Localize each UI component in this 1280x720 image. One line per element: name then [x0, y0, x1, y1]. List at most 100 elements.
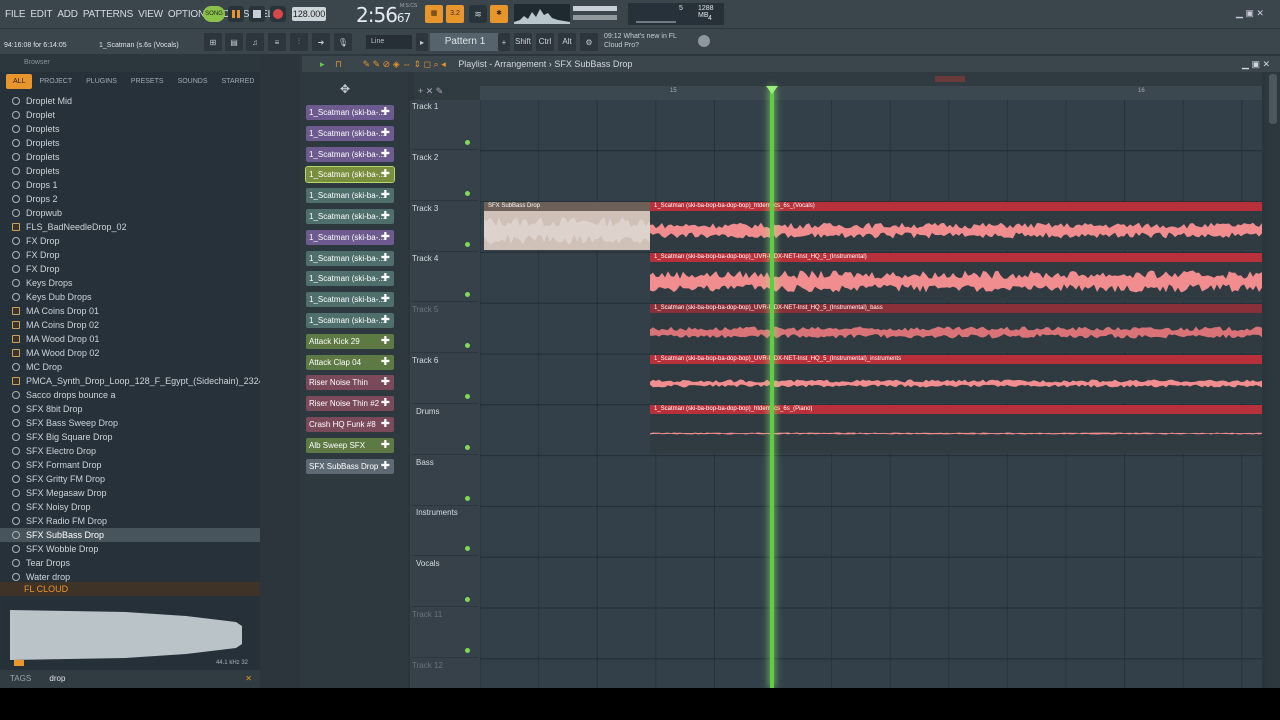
channel-add-icon[interactable]: ✚ — [381, 209, 390, 224]
browser-item[interactable]: FX Drop — [0, 234, 260, 248]
browser-item[interactable]: SFX Gritty FM Drop — [0, 472, 260, 486]
browser-item[interactable]: SFX Wobble Drop — [0, 542, 260, 556]
track-led-icon[interactable] — [465, 241, 470, 247]
browser-item[interactable]: Droplet — [0, 108, 260, 122]
channel-add-icon[interactable]: ✚ — [381, 147, 390, 162]
audio-clip[interactable]: 1_Scatman (ski-ba-bop-ba-dop-bop)_UVR-MD… — [650, 355, 1262, 403]
browser-item[interactable]: Droplet Mid — [0, 94, 260, 108]
shift-key[interactable]: Shift — [514, 33, 532, 51]
channel-button[interactable]: 1_Scatman (ski-ba-... ✚ — [306, 188, 394, 204]
browser-item[interactable]: Drops 1 — [0, 178, 260, 192]
browser-item[interactable]: MA Coins Drop 02 — [0, 318, 260, 332]
channel-add-icon[interactable]: ✚ — [381, 230, 390, 245]
track-header[interactable]: Vocals — [412, 557, 478, 608]
audio-clip[interactable]: 1_Scatman (ski-ba-bop-ba-dop-bop)_htdemu… — [650, 202, 1262, 250]
mixer-button[interactable]: ⊞ — [204, 33, 222, 51]
record-button[interactable] — [270, 6, 286, 22]
browser-item[interactable]: SFX Megasaw Drop — [0, 486, 260, 500]
channel-add-icon[interactable]: ✚ — [381, 292, 390, 307]
channel-button[interactable]: 1_Scatman (ski-ba-... ✚ — [306, 271, 394, 287]
track-header[interactable]: Track 12 — [412, 659, 478, 688]
track-header[interactable]: Track 6 — [412, 354, 478, 404]
browser-item[interactable]: SFX Radio FM Drop — [0, 514, 260, 528]
playlist-overview[interactable] — [480, 72, 1262, 86]
track-header[interactable]: Bass — [412, 456, 478, 506]
track-led-icon[interactable] — [465, 140, 470, 145]
tab-project[interactable]: PROJECT — [32, 74, 79, 89]
channel-button[interactable]: Attack Kick 29 ✚ — [306, 333, 394, 349]
stop-button[interactable] — [249, 6, 265, 22]
channel-button[interactable]: 1_Scatman (ski-ba-... ✚ — [305, 166, 395, 184]
browser-item[interactable]: Droplets — [0, 164, 260, 178]
metronome-button[interactable]: ▦ — [425, 5, 443, 23]
audio-clip[interactable]: 1_Scatman (ski-ba-bop-ba-dop-bop)_UVR-MD… — [650, 304, 1262, 352]
browser-item[interactable]: SFX Formant Drop — [0, 458, 260, 472]
browser-item[interactable]: SFX SubBass Drop — [0, 528, 260, 542]
browser-item[interactable]: PMCA_Synth_Drop_Loop_128_F_Egypt_(Sidech… — [0, 374, 260, 388]
browser-item[interactable]: Sacco drops bounce a — [0, 388, 260, 402]
browser-item[interactable]: Droplets — [0, 150, 260, 164]
track-led-icon[interactable] — [465, 292, 470, 298]
channel-button[interactable]: 1_Scatman (ski-ba-... ✚ — [306, 105, 394, 120]
browser-item[interactable]: Drops 2 — [0, 192, 260, 206]
track-header[interactable]: Instruments — [412, 506, 478, 557]
channel-add-icon[interactable]: ✚ — [381, 271, 390, 286]
pencil-icon[interactable]: ✎ ✎ ⊘ ◈ ⇔ ⇕ ◻ ⌕ ◂ — [363, 59, 446, 69]
browser-item[interactable]: SFX 8bit Drop — [0, 402, 260, 416]
browser-item[interactable]: Tear Drops — [0, 556, 260, 570]
channel-add-icon[interactable]: ✚ — [381, 417, 390, 432]
channel-add-icon[interactable]: ✚ — [381, 396, 390, 411]
channel-add-icon[interactable]: ✚ — [381, 459, 390, 474]
menu-patterns[interactable]: PATTERNS — [83, 9, 133, 20]
browser-item[interactable]: Dropwub — [0, 206, 260, 220]
news-panel[interactable]: 09:12 What's new in FL Cloud Pro? — [604, 32, 677, 50]
track-header[interactable]: Track 11 — [412, 608, 478, 658]
ctrl-key[interactable]: Ctrl — [536, 33, 554, 51]
tab-starred[interactable]: STARRED — [215, 74, 262, 89]
alt-key[interactable]: Alt — [558, 33, 576, 51]
browser-item[interactable]: FLS_BadNeedleDrop_02 — [0, 220, 260, 234]
piano-roll-button[interactable]: ♫ — [246, 33, 264, 51]
playlist-play-icon[interactable]: ▸ — [320, 59, 325, 69]
browser-item[interactable]: Droplets — [0, 122, 260, 136]
channel-button[interactable]: Crash HQ Funk #8 ✚ — [306, 417, 394, 432]
track-led-icon[interactable] — [465, 190, 470, 196]
channel-add-icon[interactable]: ✚ — [381, 167, 390, 182]
track-led-icon[interactable] — [465, 546, 470, 552]
browser-item[interactable]: Droplets — [0, 136, 260, 150]
news-arrow-icon[interactable] — [698, 35, 710, 47]
track-led-icon[interactable] — [465, 597, 470, 603]
pattern-prev-button[interactable]: ▸ — [416, 33, 428, 51]
clear-search-icon[interactable]: ✕ — [245, 670, 252, 688]
tab-presets[interactable]: PRESETS — [124, 74, 171, 89]
browser-item[interactable]: SFX Big Square Drop — [0, 430, 260, 444]
channel-button[interactable]: Attack Clap 04 ✚ — [306, 354, 394, 370]
overview-window[interactable] — [935, 76, 965, 82]
channel-button[interactable]: 1_Scatman (ski-ba-... ✚ — [306, 209, 394, 224]
track-header[interactable]: Track 3 — [412, 202, 478, 252]
browser-item[interactable]: MA Wood Drop 01 — [0, 332, 260, 346]
playlist-button[interactable]: ≡ — [268, 33, 286, 51]
countdown-button[interactable]: 3.2 — [446, 5, 464, 23]
browser-item[interactable]: MA Coins Drop 01 — [0, 304, 260, 318]
channel-button[interactable]: Riser Noise Thin #2 ✚ — [306, 396, 394, 412]
playlist-corner-tools[interactable]: + ✕ ✎ — [414, 72, 480, 100]
browser-item[interactable]: SFX Bass Sweep Drop — [0, 416, 260, 430]
track-led-icon[interactable] — [465, 495, 470, 501]
channel-button[interactable]: Riser Noise Thin ✚ — [306, 375, 394, 391]
mic-button[interactable]: 🎙 — [334, 33, 352, 51]
tab-plugins[interactable]: PLUGINS — [79, 74, 124, 89]
channel-add-icon[interactable]: ✚ — [381, 188, 390, 203]
track-header[interactable]: Track 1 — [412, 100, 478, 150]
arrow-button[interactable]: ➜ — [312, 33, 330, 51]
track-led-icon[interactable] — [465, 648, 470, 653]
tab-sounds[interactable]: SOUNDS — [171, 74, 215, 89]
audio-clip[interactable]: SFX SubBass Drop — [484, 202, 652, 250]
pattern-selector[interactable]: Pattern 1 — [430, 33, 500, 51]
browser-item[interactable]: Keys Dub Drops — [0, 290, 260, 304]
browser-item[interactable]: FX Drop — [0, 248, 260, 262]
master-pitch-slider[interactable] — [573, 15, 617, 20]
browser-item[interactable]: SFX Noisy Drop — [0, 500, 260, 514]
vertical-scrollbar[interactable] — [1266, 72, 1280, 688]
playhead-marker-icon[interactable] — [766, 86, 778, 94]
